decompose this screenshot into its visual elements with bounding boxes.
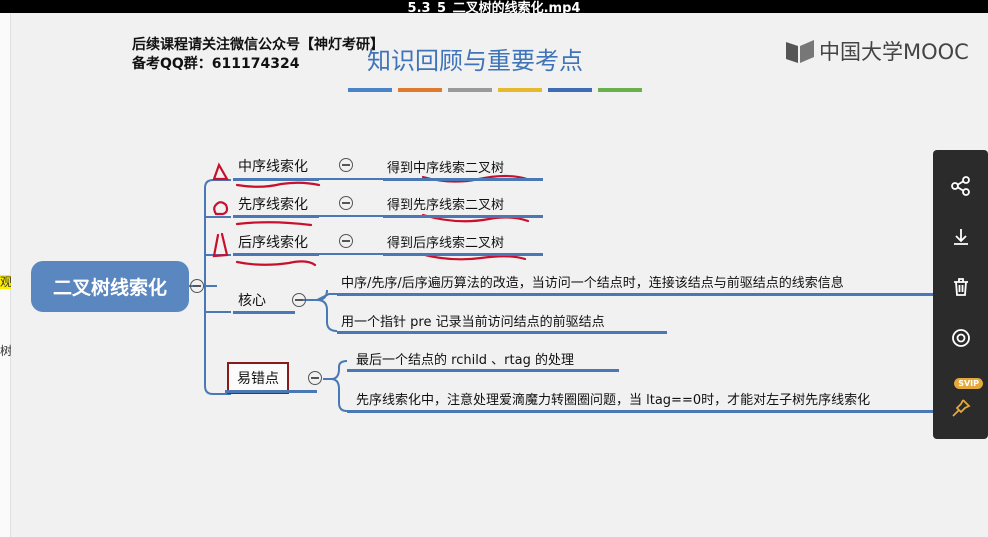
collapse-icon[interactable] [339, 196, 353, 210]
node-underline [225, 390, 317, 393]
window-titlebar: 5.3_5_二叉树的线索化.mp4 [0, 0, 988, 16]
view-icon [951, 329, 970, 347]
download-button[interactable] [933, 217, 988, 257]
leaf-underline [347, 369, 619, 372]
core-item[interactable]: 中序/先序/后序遍历算法的改造，当访问一个结点时，连接该结点与前驱结点的线索信息 [341, 272, 844, 291]
pitfall-item[interactable]: 先序线索化中，注意处理爱滴魔力转圈圈问题，当 ltag==0时，才能对左子树先序… [356, 389, 870, 408]
leaf-underline [347, 410, 948, 413]
share-icon [950, 176, 970, 196]
pitfall-item[interactable]: 最后一个结点的 rchild 、rtag 的处理 [356, 349, 574, 368]
video-frame[interactable]: 后续课程请关注微信公众号【神灯考研】 备考QQ群：611174324 知识回顾与… [11, 13, 988, 537]
share-button[interactable] [933, 166, 988, 206]
mindmap-root-node[interactable]: 二叉树线索化 [31, 261, 189, 312]
leaf-underline [383, 178, 543, 181]
collapse-icon[interactable] [339, 234, 353, 248]
collapse-icon[interactable] [339, 158, 353, 172]
node-underline [233, 178, 319, 181]
collapse-icon[interactable] [292, 293, 306, 307]
svip-badge: SVIP [954, 378, 983, 389]
branch-node-core[interactable]: 核心 [238, 290, 266, 310]
download-icon [953, 229, 968, 245]
collapse-icon[interactable] [190, 279, 204, 293]
branch-node-preorder[interactable]: 先序线索化 [238, 194, 308, 214]
leaf-node-postorder[interactable]: 得到后序线索二叉树 [387, 232, 504, 251]
delete-button[interactable] [933, 267, 988, 307]
left-side-panel: 观 树 [0, 13, 11, 537]
node-underline [233, 253, 319, 256]
pin-icon [951, 399, 971, 417]
view-button[interactable] [933, 318, 988, 358]
node-underline [233, 215, 319, 218]
side-panel-text: 树 [0, 344, 11, 358]
leaf-underline [383, 215, 543, 218]
collapse-icon[interactable] [308, 371, 322, 385]
leaf-underline [337, 331, 667, 334]
branch-node-postorder[interactable]: 后序线索化 [238, 232, 308, 252]
core-item[interactable]: 用一个指针 pre 记录当前访问结点的前驱结点 [341, 311, 605, 330]
pin-button[interactable]: SVIP [933, 378, 988, 428]
side-panel-text: 观 [0, 275, 11, 289]
floating-toolbar: SVIP [933, 150, 988, 439]
leaf-node-preorder[interactable]: 得到先序线索二叉树 [387, 194, 504, 213]
leaf-underline [383, 253, 543, 256]
leaf-underline [337, 293, 948, 296]
node-underline [233, 311, 295, 314]
branch-node-inorder[interactable]: 中序线索化 [238, 156, 308, 176]
leaf-node-inorder[interactable]: 得到中序线索二叉树 [387, 157, 504, 176]
trash-icon [953, 278, 968, 296]
